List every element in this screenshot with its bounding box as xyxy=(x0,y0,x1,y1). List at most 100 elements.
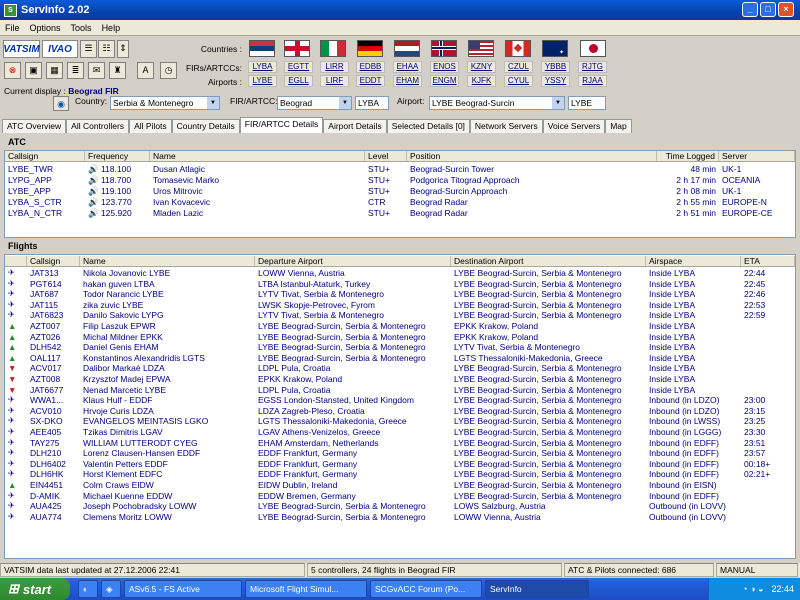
vatsim-logo[interactable]: VATSIM xyxy=(3,40,40,58)
col-eta[interactable]: ETA xyxy=(741,256,795,266)
menu-tools[interactable]: Tools xyxy=(66,23,97,33)
tab-selected-details[interactable]: Selected Details [0] xyxy=(386,119,470,133)
maximize-button[interactable]: □ xyxy=(760,2,776,17)
tab-all-pilots[interactable]: All Pilots xyxy=(129,119,172,133)
airport-link-7[interactable]: CYUL xyxy=(504,75,533,87)
clock-icon[interactable]: ◷ xyxy=(160,62,177,79)
flight-row[interactable]: ✈ DLH6402 Valentin Petters EDDF EDDF Frankf… xyxy=(5,459,795,470)
col-callsign[interactable]: Callsign xyxy=(5,151,85,161)
fir-code-field[interactable]: LYBA xyxy=(355,96,389,110)
flag-serbia-icon[interactable] xyxy=(249,40,275,57)
flight-row[interactable]: ▲ OAL117 Konstantinos Alexandridis LGTS LYB… xyxy=(5,353,795,364)
col-airspace[interactable]: Airspace xyxy=(646,256,741,266)
flight-row[interactable]: ✈ DLH210 Lorenz Clausen-Hansen EDDF EDDF Fr… xyxy=(5,448,795,459)
flight-row[interactable]: ✈ AUA425 Joseph Pochobradsky LOWW LYBE Beog… xyxy=(5,501,795,512)
flight-row[interactable]: ✈ WWA1... Klaus Hulf - EDDF EGSS London-Sta… xyxy=(5,395,795,406)
fir-link-2[interactable]: LIRR xyxy=(320,61,349,73)
flight-row[interactable]: ▼ ACV017 Dalibor Markaè LDZA LDPL Pula, Cro… xyxy=(5,363,795,374)
flight-row[interactable]: ▲ AZT026 Michal Mildner EPKK LYBE Beograd-S… xyxy=(5,332,795,343)
col-type[interactable] xyxy=(5,256,27,266)
airport-code-field[interactable]: LYBE xyxy=(568,96,606,110)
col-flight-callsign[interactable]: Callsign xyxy=(27,256,80,266)
flight-row[interactable]: ▼ AZT008 Krzysztof Madej EPWA EPKK Krakow, … xyxy=(5,374,795,385)
tab-voice-servers[interactable]: Voice Servers xyxy=(542,119,606,133)
chat-icon[interactable]: ✉ xyxy=(88,62,105,79)
start-button[interactable]: ⊞ start xyxy=(0,578,70,600)
fir-link-8[interactable]: YBBB xyxy=(541,61,570,73)
flag-japan-icon[interactable] xyxy=(580,40,606,57)
tab-map[interactable]: Map xyxy=(605,119,632,133)
fir-link-9[interactable]: RJTG xyxy=(578,61,607,73)
atc-row[interactable]: LYBA_S_CTR 🔊 123.770 Ivan Kovacevic CTR Beog… xyxy=(5,197,795,208)
col-destination[interactable]: Destination Airport xyxy=(451,256,646,266)
country-select[interactable]: Serbia & Montenegro ▼ xyxy=(110,96,220,110)
airport-link-8[interactable]: YSSY xyxy=(541,75,570,87)
atc-row[interactable]: LYBE_TWR 🔊 118.100 Dusan Atlagic STU+ Beogra… xyxy=(5,164,795,175)
fir-link-0[interactable]: LYBA xyxy=(248,61,277,73)
tab-country-details[interactable]: Country Details xyxy=(171,119,240,133)
airport-link-3[interactable]: EDDT xyxy=(356,75,385,87)
spin-icon[interactable]: ⇕ xyxy=(117,40,129,58)
fir-link-4[interactable]: EHAA xyxy=(393,61,422,73)
task-forum[interactable]: SCGvACC Forum (Po... xyxy=(370,580,482,598)
airport-select[interactable]: LYBE Beograd-Surcin ▼ xyxy=(429,96,565,110)
col-server[interactable]: Server xyxy=(719,151,795,161)
flight-row[interactable]: ✈ JAT313 Nikola Jovanovic LYBE LOWW Vienna,… xyxy=(5,268,795,279)
fir-select[interactable]: Beograd ▼ xyxy=(277,96,352,110)
menu-file[interactable]: File xyxy=(0,23,25,33)
flight-row[interactable]: ✈ AEE405 Tzikas Dimitris LGAV LGAV Athens-V… xyxy=(5,427,795,438)
flag-uk-icon[interactable] xyxy=(284,40,310,57)
airport-link-5[interactable]: ENGM xyxy=(430,75,459,87)
notes-icon[interactable]: ≣ xyxy=(67,62,84,79)
tab-atc-overview[interactable]: ATC Overview xyxy=(2,119,67,133)
flight-row[interactable]: ▲ DLH542 Daniel Genis EHAM LYBE Beograd-Sur… xyxy=(5,342,795,353)
col-frequency[interactable]: Frequency xyxy=(85,151,150,161)
flag-norway-icon[interactable] xyxy=(431,40,457,57)
fir-link-1[interactable]: EGTT xyxy=(284,61,313,73)
task-asv[interactable]: ASv6.5 - FS Active xyxy=(124,580,242,598)
save-icon[interactable]: ▣ xyxy=(25,62,42,79)
col-flight-name[interactable]: Name xyxy=(80,256,255,266)
search-icon[interactable]: ◉ xyxy=(53,96,69,111)
flight-row[interactable]: ✈ PGT614 hakan guven LTBA LTBA Istanbul-Ata… xyxy=(5,279,795,290)
flight-row[interactable]: ✈ AUA774 Clemens Moritz LOWW LYBE Beograd-S… xyxy=(5,512,795,523)
flight-row[interactable]: ✈ DLH6HK Horst Klement EDFC EDDF Frankfurt,… xyxy=(5,469,795,480)
flight-row[interactable]: ✈ JAT6823 Danilo Sakovic LYPG LYTV Tivat, S… xyxy=(5,310,795,321)
fir-link-5[interactable]: ENOS xyxy=(430,61,459,73)
font-icon[interactable]: A xyxy=(137,62,154,79)
fir-link-6[interactable]: KZNY xyxy=(467,61,496,73)
flight-row[interactable]: ▲ AZT007 Filip Laszuk EPWR LYBE Beograd-Sur… xyxy=(5,321,795,332)
flag-usa-icon[interactable] xyxy=(468,40,494,57)
airport-link-4[interactable]: EHAM xyxy=(393,75,422,87)
list-alt-icon[interactable]: ☷ xyxy=(98,40,115,58)
col-position[interactable]: Position xyxy=(407,151,657,161)
airport-link-6[interactable]: KJFK xyxy=(467,75,496,87)
tab-fir-details[interactable]: FIR/ARTCC Details xyxy=(239,117,324,133)
col-time-logged[interactable]: Time Logged xyxy=(657,151,719,161)
stop-icon[interactable]: ⊗ xyxy=(4,62,21,79)
atc-row[interactable]: LYBE_APP 🔊 119.100 Uros Mitrovic STU+ Beogra… xyxy=(5,186,795,197)
ivao-logo[interactable]: IVAO xyxy=(42,40,78,58)
flight-row[interactable]: ▼ JAT6677 Nenad Marcetic LYBE LDPL Pula, Cr… xyxy=(5,385,795,396)
col-departure[interactable]: Departure Airport xyxy=(255,256,451,266)
close-button[interactable]: × xyxy=(778,2,794,17)
flag-australia-icon[interactable]: ✦ xyxy=(542,40,568,57)
tower-icon[interactable]: ♜ xyxy=(109,62,126,79)
tab-airport-details[interactable]: Airport Details xyxy=(323,119,387,133)
flight-row[interactable]: ✈ TAY275 WILLIAM LUTTERODT CYEG EHAM Amster… xyxy=(5,438,795,449)
fir-link-3[interactable]: EDBB xyxy=(356,61,385,73)
flight-row[interactable]: ▲ EIN4451 Colm Craws EIDW EIDW Dublin, Irel… xyxy=(5,480,795,491)
flag-netherlands-icon[interactable] xyxy=(394,40,420,57)
flight-row[interactable]: ✈ ACV010 Hrvoje Curis LDZA LDZA Zagreb-Ples… xyxy=(5,406,795,417)
flight-row[interactable]: ✈ D-AMIK Michael Kuenne EDDW EDDW Bremen, G… xyxy=(5,491,795,502)
menu-help[interactable]: Help xyxy=(97,23,126,33)
flight-row[interactable]: ✈ JAT687 Todor Narancic LYBE LYTV Tivat, Se… xyxy=(5,289,795,300)
tab-all-controllers[interactable]: All Controllers xyxy=(66,119,130,133)
flight-row[interactable]: ✈ SX-DKO EVANGELOS MEINTASIS LGKO LGTS Thes… xyxy=(5,416,795,427)
atc-row[interactable]: LYPG_APP 🔊 118.700 Tomasevic Marko STU+ Podg… xyxy=(5,175,795,186)
task-fs[interactable]: Microsoft Flight Simul... xyxy=(245,580,367,598)
flag-canada-icon[interactable] xyxy=(505,40,531,57)
flag-italy-icon[interactable] xyxy=(320,40,346,57)
col-name[interactable]: Name xyxy=(150,151,365,161)
list-icon[interactable]: ☰ xyxy=(80,40,97,58)
